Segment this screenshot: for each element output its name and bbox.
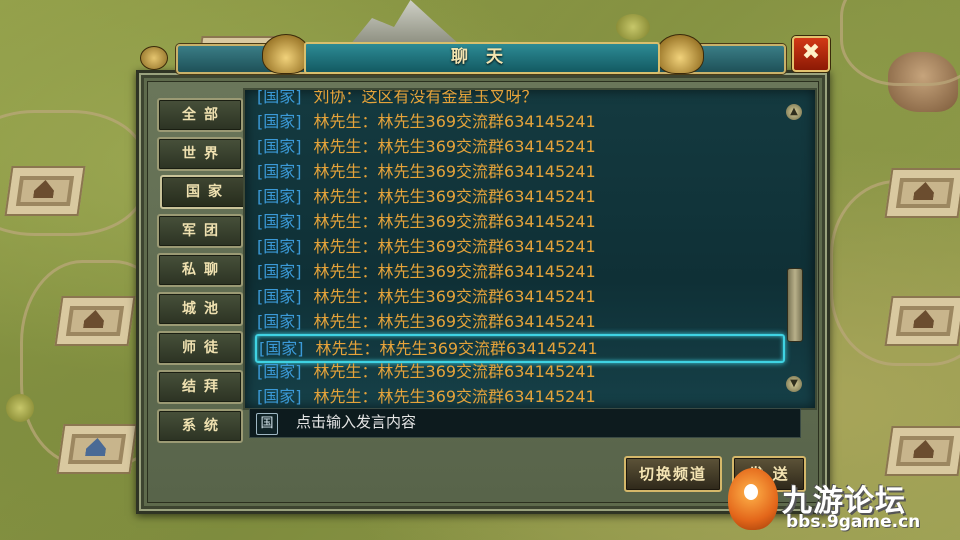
message-panel[interactable]: [国家] 刘协：这区有没有金星玉叉呀？ [国家] 林先生：林先生369交流群63414…: [243, 88, 817, 410]
message-sender[interactable]: 林先生：: [314, 237, 378, 256]
tree: [616, 14, 650, 40]
chat-message[interactable]: [国家] 林先生：林先生369交流群634145241: [257, 134, 596, 159]
chat-message[interactable]: [国家] 林先生：林先生369交流群634145241: [257, 159, 596, 184]
city-fort[interactable]: [4, 166, 86, 216]
message-text: 林先生369交流群634145241: [377, 387, 596, 406]
chat-input-placeholder: 点击输入发言内容: [296, 413, 417, 431]
city-fort[interactable]: [884, 168, 960, 218]
message-sender[interactable]: 林先生：: [314, 112, 378, 131]
chat-message[interactable]: [国家] 林先生：林先生369交流群634145241: [257, 284, 596, 309]
message-sender[interactable]: 林先生：: [314, 137, 378, 156]
switch-channel-button[interactable]: 切换频道: [624, 456, 722, 492]
left-dragon-ornament: [262, 34, 310, 74]
tab-all[interactable]: 全部: [157, 98, 243, 132]
city-fort[interactable]: [56, 424, 138, 474]
watermark-url: bbs.9game.cn: [786, 512, 921, 532]
message-text: 这区有没有金星玉叉呀？: [361, 88, 538, 106]
tab-private[interactable]: 私聊: [157, 253, 243, 287]
chat-message[interactable]: [国家] 林先生：林先生369交流群634145241: [257, 359, 596, 384]
scrollbar-thumb[interactable]: [787, 268, 803, 342]
scroll-down-icon[interactable]: ▼: [786, 376, 802, 392]
chat-message[interactable]: [国家] 林先生：林先生369交流群634145241: [257, 184, 596, 209]
tab-nation[interactable]: 国家: [160, 175, 248, 209]
scroll-up-icon[interactable]: ▲: [786, 104, 802, 120]
tab-world[interactable]: 世界: [157, 137, 243, 171]
message-text: 林先生369交流群634145241: [377, 212, 596, 231]
message-text: 林先生369交流群634145241: [377, 237, 596, 256]
message-channel: [国家]: [257, 387, 302, 406]
message-sender[interactable]: 林先生：: [314, 162, 378, 181]
input-channel-badge[interactable]: 国: [256, 413, 278, 435]
tab-city[interactable]: 城池: [157, 292, 243, 326]
message-channel: [国家]: [257, 212, 302, 231]
window-title: 聊 天: [451, 47, 509, 67]
message-channel: [国家]: [257, 237, 302, 256]
message-channel: [国家]: [257, 137, 302, 156]
city-fort[interactable]: [54, 296, 136, 346]
message-channel: [国家]: [257, 112, 302, 131]
9game-logo-icon: [728, 468, 778, 530]
chat-message[interactable]: [国家] 林先生：林先生369交流群634145241: [257, 384, 596, 408]
message-channel: [国家]: [257, 162, 302, 181]
message-channel: [国家]: [257, 88, 302, 106]
tab-mentor[interactable]: 师徒: [157, 331, 243, 365]
chat-message[interactable]: [国家] 林先生：林先生369交流群634145241: [257, 209, 596, 234]
message-sender[interactable]: 林先生：: [314, 312, 378, 331]
close-icon[interactable]: ✖: [792, 36, 830, 72]
message-sender[interactable]: 林先生：: [314, 362, 378, 381]
right-dragon-ornament: [656, 34, 704, 74]
message-channel: [国家]: [259, 339, 304, 358]
chat-message[interactable]: [国家] 林先生：林先生369交流群634145241: [257, 309, 596, 334]
message-text: 林先生369交流群634145241: [377, 287, 596, 306]
message-text: 林先生369交流群634145241: [377, 362, 596, 381]
message-channel: [国家]: [257, 187, 302, 206]
message-text: 林先生369交流群634145241: [377, 312, 596, 331]
chat-message[interactable]: [国家] 林先生：林先生369交流群634145241: [257, 234, 596, 259]
left-end-ornament: [140, 46, 168, 70]
message-text: 林先生369交流群634145241: [377, 112, 596, 131]
message-sender[interactable]: 刘协：: [314, 90, 362, 106]
message-text: 林先生369交流群634145241: [377, 187, 596, 206]
message-sender[interactable]: 林先生：: [314, 387, 378, 406]
tab-legion[interactable]: 军团: [157, 214, 243, 248]
city-fort[interactable]: [884, 426, 960, 476]
tab-sworn[interactable]: 结拜: [157, 370, 243, 404]
chat-message[interactable]: [国家] 刘协：这区有没有金星玉叉呀？: [257, 88, 538, 109]
road: [840, 0, 960, 86]
message-text: 林先生369交流群634145241: [377, 262, 596, 281]
tab-system[interactable]: 系统: [157, 409, 243, 443]
chat-message[interactable]: [国家] 林先生：林先生369交流群634145241: [257, 259, 596, 284]
message-channel: [国家]: [257, 312, 302, 331]
message-sender[interactable]: 林先生：: [316, 339, 380, 358]
message-sender[interactable]: 林先生：: [314, 262, 378, 281]
message-channel: [国家]: [257, 362, 302, 381]
message-text: 林先生369交流群634145241: [377, 137, 596, 156]
message-text: 林先生369交流群634145241: [377, 162, 596, 181]
message-text: 林先生369交流群634145241: [379, 339, 598, 358]
message-sender[interactable]: 林先生：: [314, 212, 378, 231]
city-fort[interactable]: [884, 296, 960, 346]
mountain: [350, 0, 460, 45]
message-channel: [国家]: [257, 262, 302, 281]
message-sender[interactable]: 林先生：: [314, 187, 378, 206]
message-sender[interactable]: 林先生：: [314, 287, 378, 306]
chat-message[interactable]: [国家] 林先生：林先生369交流群634145241: [257, 109, 596, 134]
tree: [6, 394, 34, 422]
message-channel: [国家]: [257, 287, 302, 306]
